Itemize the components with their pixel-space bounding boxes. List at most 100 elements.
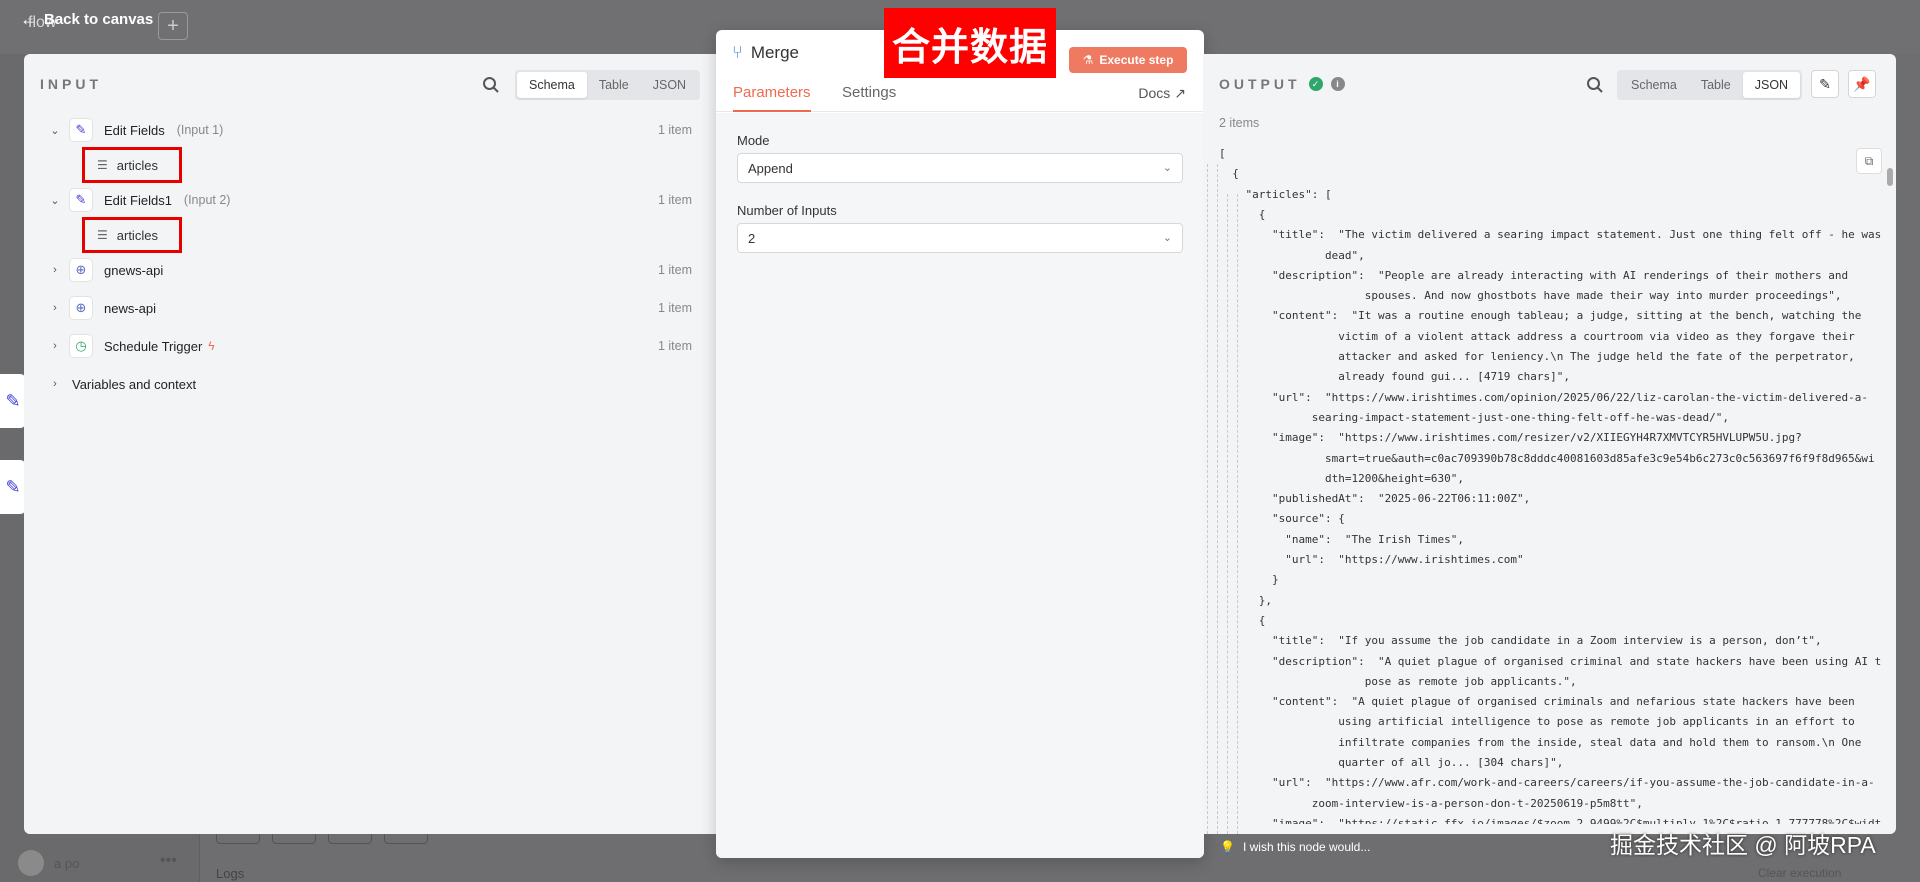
item-count: 1 item <box>657 193 692 207</box>
field-articles-1[interactable]: ☰ articles <box>82 147 182 183</box>
json-line: already found gui... [4719 chars]", <box>1219 370 1570 384</box>
user-menu[interactable]: a po <box>18 850 79 876</box>
mode-value: Append <box>748 160 793 176</box>
json-line: "articles": [ <box>1219 187 1332 201</box>
annotation-badge: 合并数据 <box>884 8 1056 78</box>
output-header: OUTPUT ✓ i <box>1219 76 1345 92</box>
clock-icon: ◷ <box>70 335 92 357</box>
chevron-right-icon[interactable]: › <box>48 264 62 276</box>
item-count: 1 item <box>657 123 692 137</box>
json-line: "source": { <box>1219 512 1345 526</box>
pencil-icon: ✎ <box>70 119 92 141</box>
output-json-tab[interactable]: JSON <box>1742 72 1801 98</box>
field-label: articles <box>116 157 158 173</box>
pencil-icon: ✎ <box>1819 75 1831 92</box>
json-line: "content": "A quiet plague of organised … <box>1219 695 1855 709</box>
node-title-label: Merge <box>750 42 799 62</box>
json-line: "image": "https://static.ffx.io/images/$… <box>1219 816 1881 824</box>
json-line: { <box>1219 207 1266 221</box>
json-line: dead", <box>1219 248 1365 262</box>
list-icon: ☰ <box>97 158 108 172</box>
json-line: using artificial intelligence to pose as… <box>1219 715 1855 729</box>
tree-node-news-api[interactable]: › ⊕ news-api 1 item <box>48 292 716 324</box>
mode-label: Mode <box>737 133 770 148</box>
inputs-value: 2 <box>748 230 756 246</box>
input-panel: INPUT Schema Table JSON ⌄ ✎ Edit Fields … <box>24 54 716 834</box>
json-line: "publishedAt": "2025-06-22T06:11:00Z", <box>1219 492 1531 506</box>
output-schema-tab[interactable]: Schema <box>1619 72 1689 98</box>
node-label: news-api <box>104 300 157 316</box>
tab-parameters[interactable]: Parameters <box>733 82 811 112</box>
search-icon[interactable] <box>482 76 500 94</box>
node-label: Edit Fields1 <box>104 192 172 208</box>
globe-icon: ⊕ <box>70 259 92 281</box>
field-articles-2[interactable]: ☰ articles <box>82 217 182 253</box>
json-line: smart=true&auth=c0ac709390b78c8dddc40081… <box>1219 451 1875 465</box>
output-view-toggle: Schema Table JSON <box>1617 70 1803 100</box>
execute-step-button[interactable]: ⚗ Execute step <box>1069 47 1187 73</box>
tree-node-edit-fields1[interactable]: ⌄ ✎ Edit Fields1 (Input 2) 1 item <box>48 184 716 216</box>
edit-output-button[interactable]: ✎ <box>1811 70 1839 98</box>
node-settings-panel: ⑂ Merge 合并数据 ⚗ Execute step Parameters S… <box>716 8 1204 858</box>
more-options-icon[interactable]: ••• <box>160 852 177 870</box>
search-icon[interactable] <box>1586 76 1604 94</box>
feedback-link[interactable]: 💡 I wish this node would... <box>1220 840 1370 854</box>
chevron-right-icon[interactable]: › <box>48 302 62 314</box>
chevron-down-icon[interactable]: ⌄ <box>48 194 62 207</box>
logs-label[interactable]: Logs <box>216 866 244 881</box>
pin-data-button[interactable]: 📌 <box>1848 70 1876 98</box>
json-line: pose as remote job applicants.", <box>1219 674 1577 688</box>
pencil-icon: ✎ <box>70 189 92 211</box>
json-line: [ <box>1219 147 1226 160</box>
input-table-tab[interactable]: Table <box>587 72 641 98</box>
chevron-right-icon[interactable]: › <box>48 378 62 390</box>
mode-select[interactable]: Append ⌄ <box>737 153 1183 183</box>
tree-node-edit-fields[interactable]: ⌄ ✎ Edit Fields (Input 1) 1 item <box>48 114 716 146</box>
pencil-icon: ✎ <box>5 390 21 411</box>
back-to-canvas-link[interactable]: ← Back to canvas <box>20 10 153 28</box>
tab-settings[interactable]: Settings <box>842 82 896 112</box>
json-line: } <box>1219 573 1279 587</box>
json-line: "content": "It was a routine enough tabl… <box>1219 309 1862 323</box>
flask-icon: ⚗ <box>1082 53 1094 67</box>
json-line: "description": "A quiet plague of organi… <box>1219 654 1881 668</box>
edit-side-tab-2[interactable]: ✎ <box>0 460 26 514</box>
chevron-down-icon: ⌄ <box>1162 162 1172 174</box>
json-line: spouses. And now ghostbots have made the… <box>1219 289 1842 303</box>
clear-execution-button[interactable]: Clear execution <box>1758 866 1841 880</box>
json-line: { <box>1219 167 1239 181</box>
lightning-icon: ϟ <box>208 339 215 353</box>
chevron-right-icon[interactable]: › <box>48 340 62 352</box>
watermark: 掘金技术社区 @ 阿坡RPA <box>1610 832 1876 858</box>
node-label: gnews-api <box>104 262 164 278</box>
input-schema-tab[interactable]: Schema <box>517 72 587 98</box>
json-line: "image": "https://www.irishtimes.com/res… <box>1219 431 1802 445</box>
docs-link[interactable]: Docs ↗ <box>1138 82 1186 104</box>
pin-icon: 📌 <box>1853 75 1871 92</box>
chevron-down-icon[interactable]: ⌄ <box>48 124 62 137</box>
output-json-view[interactable]: [ { "articles": [ { "title": "The victim… <box>1219 144 1881 824</box>
item-count: 1 item <box>657 263 692 277</box>
avatar <box>18 850 44 876</box>
chevron-down-icon: ⌄ <box>1162 232 1172 244</box>
json-line: { <box>1219 613 1266 627</box>
node-tabs: Parameters Settings Docs ↗ <box>716 82 1204 112</box>
input-json-tab[interactable]: JSON <box>641 72 698 98</box>
json-line: "url": "https://www.irishtimes.com/opini… <box>1219 390 1869 404</box>
node-title: ⑂ Merge <box>732 42 799 63</box>
info-icon[interactable]: i <box>1330 77 1345 91</box>
edit-side-tab[interactable]: ✎ <box>0 374 26 428</box>
copy-icon[interactable]: ⧉ <box>1856 148 1882 174</box>
json-line: zoom-interview-is-a-person-don-t-2025061… <box>1219 796 1643 810</box>
tree-node-variables[interactable]: › Variables and context <box>48 368 716 400</box>
add-tab-button[interactable]: + <box>158 12 188 40</box>
output-table-tab[interactable]: Table <box>1689 72 1743 98</box>
execute-step-label: Execute step <box>1099 53 1174 67</box>
json-line: "title": "The victim delivered a searing… <box>1219 228 1881 242</box>
tree-node-schedule-trigger[interactable]: › ◷ Schedule Trigger ϟ 1 item <box>48 330 716 362</box>
tree-node-gnews-api[interactable]: › ⊕ gnews-api 1 item <box>48 254 716 286</box>
node-label: Variables and context <box>72 376 197 392</box>
json-line: searing-impact-statement-just-one-thing-… <box>1219 410 1729 424</box>
number-of-inputs-select[interactable]: 2 ⌄ <box>737 223 1183 253</box>
output-scrollbar[interactable] <box>1886 154 1894 824</box>
